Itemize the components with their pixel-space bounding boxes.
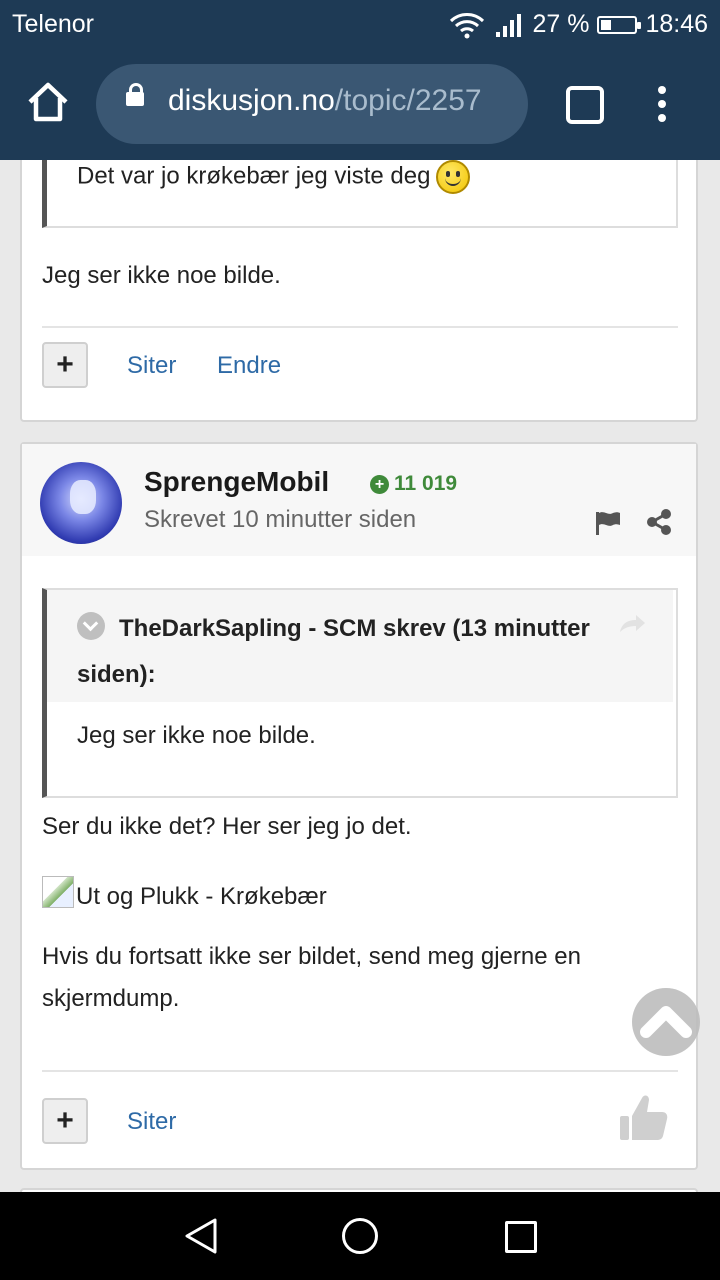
- page-content: Det var jo krøkebær jeg viste deg Jeg se…: [0, 160, 720, 1192]
- avatar[interactable]: [40, 462, 122, 544]
- post-body-line: Ser du ikke det? Her ser jeg jo det.: [42, 813, 412, 840]
- flag-icon[interactable]: [594, 510, 622, 536]
- wifi-icon: [450, 12, 485, 38]
- home-icon[interactable]: [26, 80, 70, 124]
- post-author[interactable]: SprengeMobil: [144, 466, 329, 498]
- quote-text: Det var jo krøkebær jeg viste deg: [77, 162, 431, 190]
- reputation-plus-button[interactable]: +: [42, 342, 88, 388]
- thumbs-up-icon[interactable]: [618, 1092, 668, 1142]
- edit-link[interactable]: Endre: [217, 352, 281, 380]
- quote-text-row: Det var jo krøkebær jeg viste deg: [77, 160, 471, 194]
- post-divider: [42, 1070, 678, 1072]
- more-menu-icon[interactable]: [652, 86, 672, 124]
- chevron-up-icon: [640, 1006, 692, 1038]
- status-right: 27 % 18:46: [448, 10, 708, 39]
- post-card: Det var jo krøkebær jeg viste deg Jeg se…: [20, 160, 698, 422]
- share-icon[interactable]: [646, 508, 672, 536]
- reputation-count: 11 019: [394, 472, 458, 495]
- home-nav-icon[interactable]: [342, 1218, 378, 1254]
- quote-body: Jeg ser ikke noe bilde.: [77, 722, 316, 749]
- post-image[interactable]: Ut og Plukk - Krøkebær: [42, 876, 327, 911]
- post-card: SprengeMobil +11 019 Skrevet 10 minutter…: [20, 442, 698, 1170]
- signal-icon: [496, 13, 522, 37]
- clock: 18:46: [645, 10, 708, 38]
- url-bar-row: diskusjon.no/topic/2257: [0, 60, 720, 150]
- post-divider: [42, 326, 678, 328]
- broken-image-icon: [42, 876, 74, 908]
- url-text[interactable]: diskusjon.no/topic/2257: [168, 84, 482, 118]
- status-bar: Telenor 27 % 18:46: [0, 0, 720, 48]
- quote-link[interactable]: Siter: [127, 352, 176, 380]
- smiley-icon: [436, 160, 471, 194]
- image-alt-text: Ut og Plukk - Krøkebær: [76, 883, 327, 910]
- go-to-quote-icon[interactable]: [617, 612, 647, 636]
- quote-link[interactable]: Siter: [127, 1108, 176, 1136]
- post-header: SprengeMobil +11 019 Skrevet 10 minutter…: [22, 444, 696, 556]
- recent-apps-icon[interactable]: [505, 1221, 537, 1253]
- carrier-name: Telenor: [12, 10, 94, 38]
- battery-icon: [597, 15, 642, 34]
- scroll-to-top-button[interactable]: [632, 988, 700, 1056]
- post-body-line: Hvis du fortsatt ikke ser bildet, send m…: [42, 943, 581, 1012]
- quote-header: TheDarkSapling - SCM skrev (13 minutter …: [47, 590, 673, 702]
- post-timestamp[interactable]: Skrevet 10 minutter siden: [144, 506, 416, 534]
- url-path: /topic/2257: [334, 84, 482, 117]
- system-nav-bar: [0, 1192, 720, 1280]
- plus-circle-icon: +: [370, 475, 389, 494]
- quote-author[interactable]: TheDarkSapling - SCM skrev (13 minutter …: [77, 606, 637, 698]
- post-body: Jeg ser ikke noe bilde.: [42, 262, 281, 289]
- address-bar[interactable]: diskusjon.no/topic/2257: [96, 64, 528, 144]
- browser-header: Telenor 27 % 18:46 diskusjon.no/topic/22…: [0, 0, 720, 160]
- lock-icon: [126, 83, 144, 106]
- post-quote: Det var jo krøkebær jeg viste deg: [42, 160, 678, 228]
- tabs-icon[interactable]: [566, 86, 604, 124]
- battery-percent: 27 %: [532, 10, 590, 38]
- back-icon[interactable]: [182, 1216, 222, 1256]
- post-quote: TheDarkSapling - SCM skrev (13 minutter …: [42, 588, 678, 798]
- reputation-plus-button[interactable]: +: [42, 1098, 88, 1144]
- reputation-badge: +11 019: [370, 472, 457, 496]
- url-domain: diskusjon.no: [168, 84, 335, 117]
